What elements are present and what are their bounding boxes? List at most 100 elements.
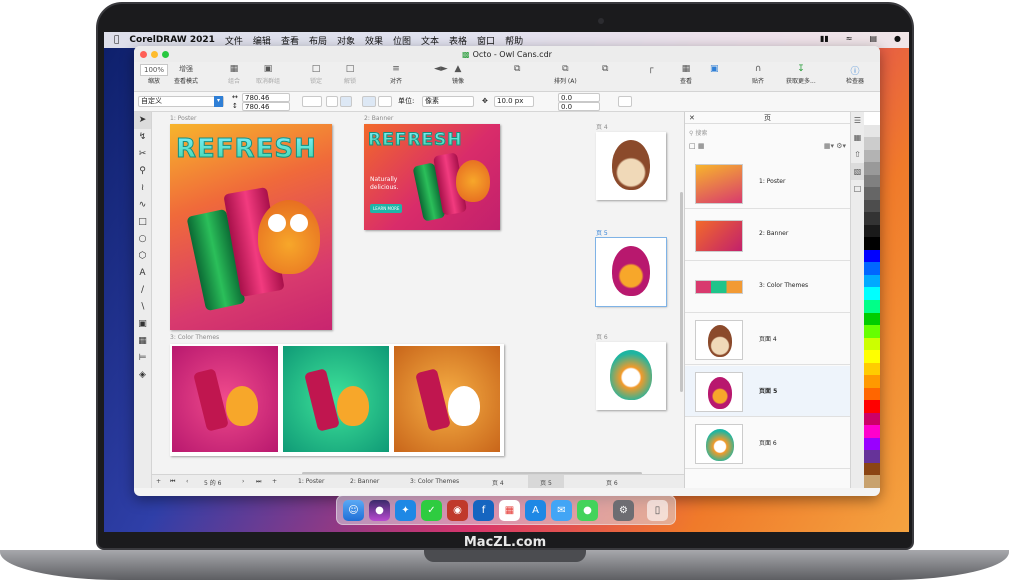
tab-poster[interactable]: 1: Poster	[298, 478, 324, 485]
poster-page[interactable]: REFRESH	[170, 124, 332, 330]
ellipse-tool-icon[interactable]: ○	[134, 231, 151, 248]
palette-swatch[interactable]	[864, 375, 880, 388]
menu-object[interactable]: 对象	[337, 34, 355, 47]
properties-icon[interactable]: ▦	[851, 129, 864, 146]
portrait-button[interactable]	[326, 96, 338, 107]
add-page-end-icon[interactable]: +	[272, 478, 277, 485]
fill-tool-icon[interactable]: ◈	[134, 367, 151, 384]
close-docker-icon[interactable]: ✕	[689, 112, 695, 124]
eyedropper-tool-icon[interactable]: ⊨	[134, 350, 151, 367]
get-more-button[interactable]: ↧ 获取更多...	[786, 64, 816, 85]
palette-swatch[interactable]	[864, 199, 880, 213]
palette-swatch[interactable]	[864, 412, 880, 426]
battery-icon[interactable]: ▮▮	[820, 34, 829, 43]
page5-card[interactable]	[595, 237, 667, 307]
menu-edit[interactable]: 编辑	[253, 34, 271, 47]
close-button[interactable]	[140, 51, 147, 58]
duplicate-x-field[interactable]: 0.0	[558, 93, 600, 102]
palette-swatch[interactable]	[864, 137, 880, 150]
palette-swatch[interactable]	[864, 174, 880, 188]
palette-swatch[interactable]	[864, 437, 880, 451]
banner-page[interactable]: REFRESH Naturally delicious. LEARN MORE	[364, 124, 500, 230]
menu-effects[interactable]: 效果	[365, 34, 383, 47]
zoom-button[interactable]	[162, 51, 169, 58]
coreldraw-dock-icon[interactable]: ✓	[421, 500, 442, 521]
prev-page-icon[interactable]: ‹	[186, 478, 188, 485]
page-width-field[interactable]: 780.46	[242, 93, 290, 102]
export-icon[interactable]: ⇧	[851, 146, 864, 163]
finder-icon[interactable]: ☺	[343, 500, 364, 521]
siri-icon[interactable]: ●	[894, 34, 901, 43]
docker-page-row[interactable]: 3: Color Themes	[685, 262, 851, 313]
rectangle-tool-icon[interactable]: □	[134, 214, 151, 231]
zoom-tool-icon[interactable]: ⚲	[134, 163, 151, 180]
pages-icon[interactable]: ▧	[851, 163, 864, 180]
arrange-front-button[interactable]: ⧉	[514, 64, 520, 76]
mail-icon[interactable]: ✉	[551, 500, 572, 521]
siri-icon[interactable]: ●	[369, 500, 390, 521]
layers-icon[interactable]: ☰	[851, 112, 864, 129]
palette-swatch[interactable]	[864, 287, 880, 300]
tab-page4[interactable]: 页 4	[492, 478, 504, 487]
menu-bitmap[interactable]: 位图	[393, 34, 411, 47]
app-store-icon[interactable]: A	[525, 500, 546, 521]
tab-page5[interactable]: 页 5	[528, 475, 564, 488]
docker-search[interactable]: ⚲ 搜索	[689, 128, 847, 138]
page4-card[interactable]	[596, 132, 666, 200]
frame-button[interactable]: ▣	[710, 64, 719, 76]
current-page-button[interactable]	[378, 96, 392, 107]
launchpad-icon[interactable]: ▦	[499, 500, 520, 521]
wifi-icon[interactable]: ≈	[846, 34, 853, 43]
next-page-icon[interactable]: ›	[242, 478, 244, 485]
menu-text[interactable]: 文本	[421, 34, 439, 47]
tab-page6[interactable]: 页 6	[606, 478, 618, 487]
palette-swatch[interactable]	[864, 387, 880, 401]
palette-swatch[interactable]	[864, 400, 880, 413]
add-page-icon[interactable]: +	[156, 478, 161, 485]
page-frame-button[interactable]	[618, 96, 632, 107]
artistic-media-icon[interactable]: ∿	[134, 197, 151, 214]
docker-page-row[interactable]: 页面 4	[685, 314, 851, 365]
page6-card[interactable]	[596, 342, 666, 410]
transparency-tool-icon[interactable]: ▦	[134, 333, 151, 350]
photo-paint-icon[interactable]: ◉	[447, 500, 468, 521]
duplicate-y-field[interactable]: 0.0	[558, 102, 600, 111]
palette-swatch[interactable]	[864, 299, 880, 313]
palette-swatch[interactable]	[864, 425, 880, 438]
palette-swatch[interactable]	[864, 274, 880, 288]
page-preset-select[interactable]: 自定义 ▾	[138, 96, 224, 107]
pick-tool-icon[interactable]: ➤	[134, 112, 151, 129]
minimize-button[interactable]	[151, 51, 158, 58]
crop-tool-icon[interactable]: ✂	[134, 146, 151, 163]
trash-dock-icon[interactable]: ▯	[647, 500, 668, 521]
palette-swatch[interactable]	[864, 312, 880, 326]
palette-swatch[interactable]	[864, 249, 880, 263]
landscape-button[interactable]	[340, 96, 352, 107]
view-mode-control[interactable]: 增强 查看模式	[174, 64, 198, 85]
align-button[interactable]: ≡ 对齐	[390, 64, 402, 85]
docker-page-row-selected[interactable]: 页面 5	[685, 366, 851, 417]
palette-swatch[interactable]	[864, 325, 880, 338]
docker-page-row[interactable]: 1: Poster	[685, 158, 851, 209]
control-center-icon[interactable]: ▤	[869, 34, 877, 43]
palette-swatch[interactable]	[864, 450, 880, 463]
view-button[interactable]: ▦ 查看	[680, 64, 692, 85]
page-height-field[interactable]: 780.46	[242, 102, 290, 111]
palette-swatch[interactable]	[864, 162, 880, 175]
unlock-button[interactable]: □ 解锁	[344, 64, 356, 85]
arrange-back-button[interactable]: ⧉	[602, 64, 608, 76]
docker-page-row[interactable]: 页面 6	[685, 418, 851, 469]
page-view-icons[interactable]: □ ▦	[689, 142, 704, 150]
units-select[interactable]: 像素	[422, 96, 474, 107]
safari-icon[interactable]: ✦	[395, 500, 416, 521]
polygon-tool-icon[interactable]: ⬡	[134, 248, 151, 265]
palette-swatch[interactable]	[864, 112, 880, 125]
color-themes-page[interactable]	[170, 344, 504, 456]
zoom-value[interactable]: 100%	[140, 64, 168, 76]
text-tool-icon[interactable]: A	[134, 265, 151, 282]
inspector-button[interactable]: ⓘ 检查器	[846, 64, 864, 85]
line-tool-icon[interactable]: ∕	[134, 282, 151, 299]
palette-swatch[interactable]	[864, 237, 880, 250]
ungroup-button[interactable]: ▣ 取消群组	[256, 64, 280, 85]
palette-swatch[interactable]	[864, 262, 880, 275]
